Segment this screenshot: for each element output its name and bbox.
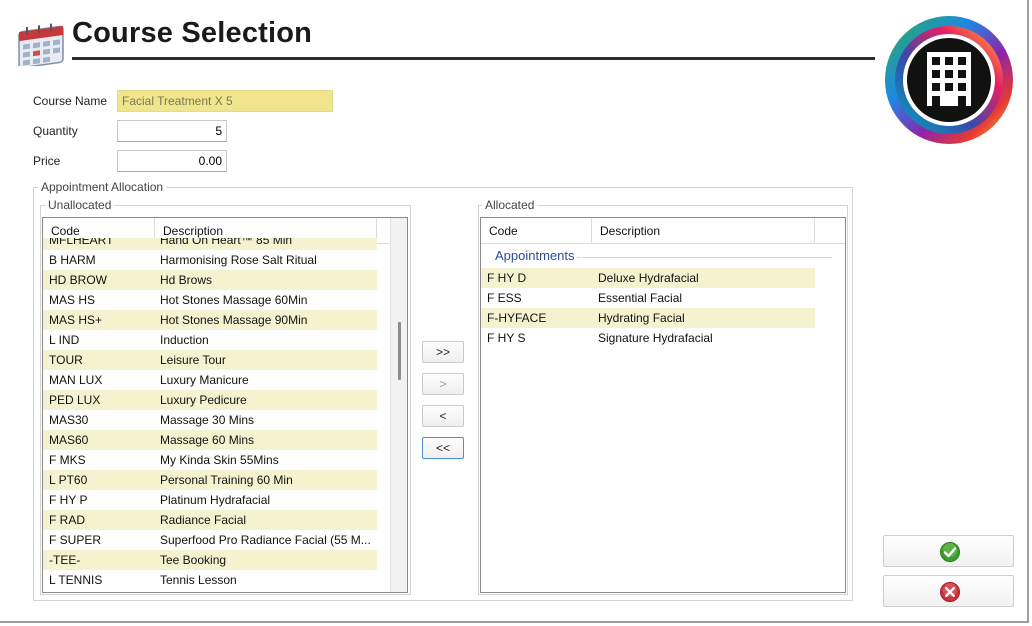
table-row[interactable]: TOUR Leisure Tour [43, 350, 377, 370]
table-row[interactable]: F SUPER Superfood Pro Radiance Facial (55… [43, 530, 377, 550]
unallocated-grid[interactable]: Code Description MFLHEART Hand On Heart™ … [42, 217, 408, 593]
table-row[interactable]: F-HYFACE Hydrating Facial [481, 308, 815, 328]
row-description: Deluxe Hydrafacial [598, 271, 699, 285]
row-description: Radiance Facial [160, 513, 247, 527]
allocated-grid-header: Code Description [481, 218, 845, 244]
page-title: Course Selection [72, 17, 313, 49]
table-row[interactable]: MAS HS+ Hot Stones Massage 90Min [43, 310, 377, 330]
row-description: Luxury Pedicure [160, 393, 247, 407]
quantity-label: Quantity [33, 124, 78, 138]
table-row[interactable]: B HARM Harmonising Rose Salt Ritual [43, 250, 377, 270]
row-description: Induction [160, 333, 209, 347]
row-description: Massage 60 Mins [160, 433, 255, 447]
row-description: Platinum Hydrafacial [160, 493, 271, 507]
allocated-rows: F HY D Deluxe Hydrafacial F ESS Essential F… [481, 268, 845, 588]
row-code: L TENNIS [49, 573, 103, 587]
table-row[interactable]: MAS30 Massage 30 Mins [43, 410, 377, 430]
row-description: Hot Stones Massage 90Min [160, 313, 308, 327]
row-description: Harmonising Rose Salt Ritual [160, 253, 317, 267]
calendar-icon [13, 19, 65, 69]
cancel-button[interactable] [883, 575, 1014, 607]
table-row[interactable]: HD BROW Hd Brows [43, 270, 377, 290]
building-logo-icon [881, 12, 1017, 148]
allocated-title: Allocated [482, 198, 538, 212]
row-description: Signature Hydrafacial [598, 331, 713, 345]
unallocated-scrollbar[interactable] [390, 218, 407, 592]
row-code: F SUPER [49, 533, 102, 547]
price-label: Price [33, 154, 61, 168]
group-divider [577, 257, 832, 258]
table-row[interactable]: F MKS My Kinda Skin 55Mins [43, 450, 377, 470]
add-all-button[interactable]: >> [422, 341, 464, 363]
row-description: Superfood Pro Radiance Facial (55 M... [160, 533, 371, 547]
table-row[interactable]: PED LUX Luxury Pedicure [43, 390, 377, 410]
table-row[interactable]: F HY P Platinum Hydrafacial [43, 490, 377, 510]
table-row[interactable]: -TEE- Tee Booking [43, 550, 377, 570]
row-code: PED LUX [49, 393, 101, 407]
ok-button[interactable] [883, 535, 1014, 567]
appointments-group-label: Appointments [495, 248, 575, 263]
check-circle-icon [940, 542, 960, 562]
course-name-label: Course Name [33, 94, 108, 108]
row-code: F HY S [487, 331, 526, 345]
table-row[interactable]: F ESS Essential Facial [481, 288, 815, 308]
row-description: Essential Facial [598, 291, 683, 305]
price-field[interactable]: 0.00 [117, 150, 227, 172]
row-code: MAS HS [49, 293, 96, 307]
row-description: Hand On Heart™ 85 Min [160, 238, 293, 247]
row-code: L PT60 [49, 473, 88, 487]
row-code: MAS60 [49, 433, 89, 447]
column-header-description[interactable]: Description [592, 218, 815, 243]
remove-one-button[interactable]: < [422, 405, 464, 427]
row-description: Massage 30 Mins [160, 413, 255, 427]
row-description: Tennis Lesson [160, 573, 237, 587]
row-code: F HY P [49, 493, 88, 507]
appointment-allocation-title: Appointment Allocation [38, 180, 167, 194]
row-code: MAS HS+ [49, 313, 103, 327]
table-row[interactable]: MAN LUX Luxury Manicure [43, 370, 377, 390]
row-code: F HY D [487, 271, 527, 285]
row-description: Hd Brows [160, 273, 213, 287]
row-code: MAN LUX [49, 373, 103, 387]
row-description: Personal Training 60 Min [160, 473, 293, 487]
row-code: F ESS [487, 291, 522, 305]
row-code: F RAD [49, 513, 85, 527]
row-description: Hot Stones Massage 60Min [160, 293, 308, 307]
table-row[interactable]: F HY D Deluxe Hydrafacial [481, 268, 815, 288]
scrollbar-thumb[interactable] [398, 322, 401, 380]
quantity-field[interactable]: 5 [117, 120, 227, 142]
row-description: My Kinda Skin 55Mins [160, 453, 279, 467]
unallocated-title: Unallocated [45, 198, 115, 212]
row-code: L IND [49, 333, 80, 347]
row-code: B HARM [49, 253, 96, 267]
add-one-button[interactable]: > [422, 373, 464, 395]
table-row[interactable]: F RAD Radiance Facial [43, 510, 377, 530]
table-row[interactable]: MAS HS Hot Stones Massage 60Min [43, 290, 377, 310]
table-row[interactable]: MFLHEART Hand On Heart™ 85 Min [43, 238, 377, 250]
table-row[interactable]: L PT60 Personal Training 60 Min [43, 470, 377, 490]
table-row[interactable]: L TENNIS Tennis Lesson [43, 570, 377, 590]
row-code: TOUR [49, 353, 83, 367]
row-description: Luxury Manicure [160, 373, 249, 387]
row-description: Tee Booking [160, 553, 227, 567]
row-code: HD BROW [49, 273, 107, 287]
row-code: MAS30 [49, 413, 89, 427]
table-row[interactable]: MAS60 Massage 60 Mins [43, 430, 377, 450]
course-name-field[interactable]: Facial Treatment X 5 [117, 90, 333, 112]
row-code: MFLHEART [49, 238, 114, 247]
table-row[interactable]: L IND Induction [43, 330, 377, 350]
row-code: -TEE- [49, 553, 81, 567]
remove-all-button[interactable]: << [422, 437, 464, 459]
column-header-code[interactable]: Code [481, 218, 592, 243]
unallocated-rows: MFLHEART Hand On Heart™ 85 Min B HARM Harmo… [43, 238, 392, 592]
cancel-circle-icon [940, 582, 960, 602]
title-underline [72, 57, 875, 60]
row-code: F-HYFACE [487, 311, 547, 325]
row-description: Leisure Tour [160, 353, 226, 367]
table-row[interactable]: F HY S Signature Hydrafacial [481, 328, 815, 348]
row-code: F MKS [49, 453, 86, 467]
allocated-grid[interactable]: Code Description Appointments F HY D Delu… [480, 217, 846, 593]
row-description: Hydrating Facial [598, 311, 685, 325]
